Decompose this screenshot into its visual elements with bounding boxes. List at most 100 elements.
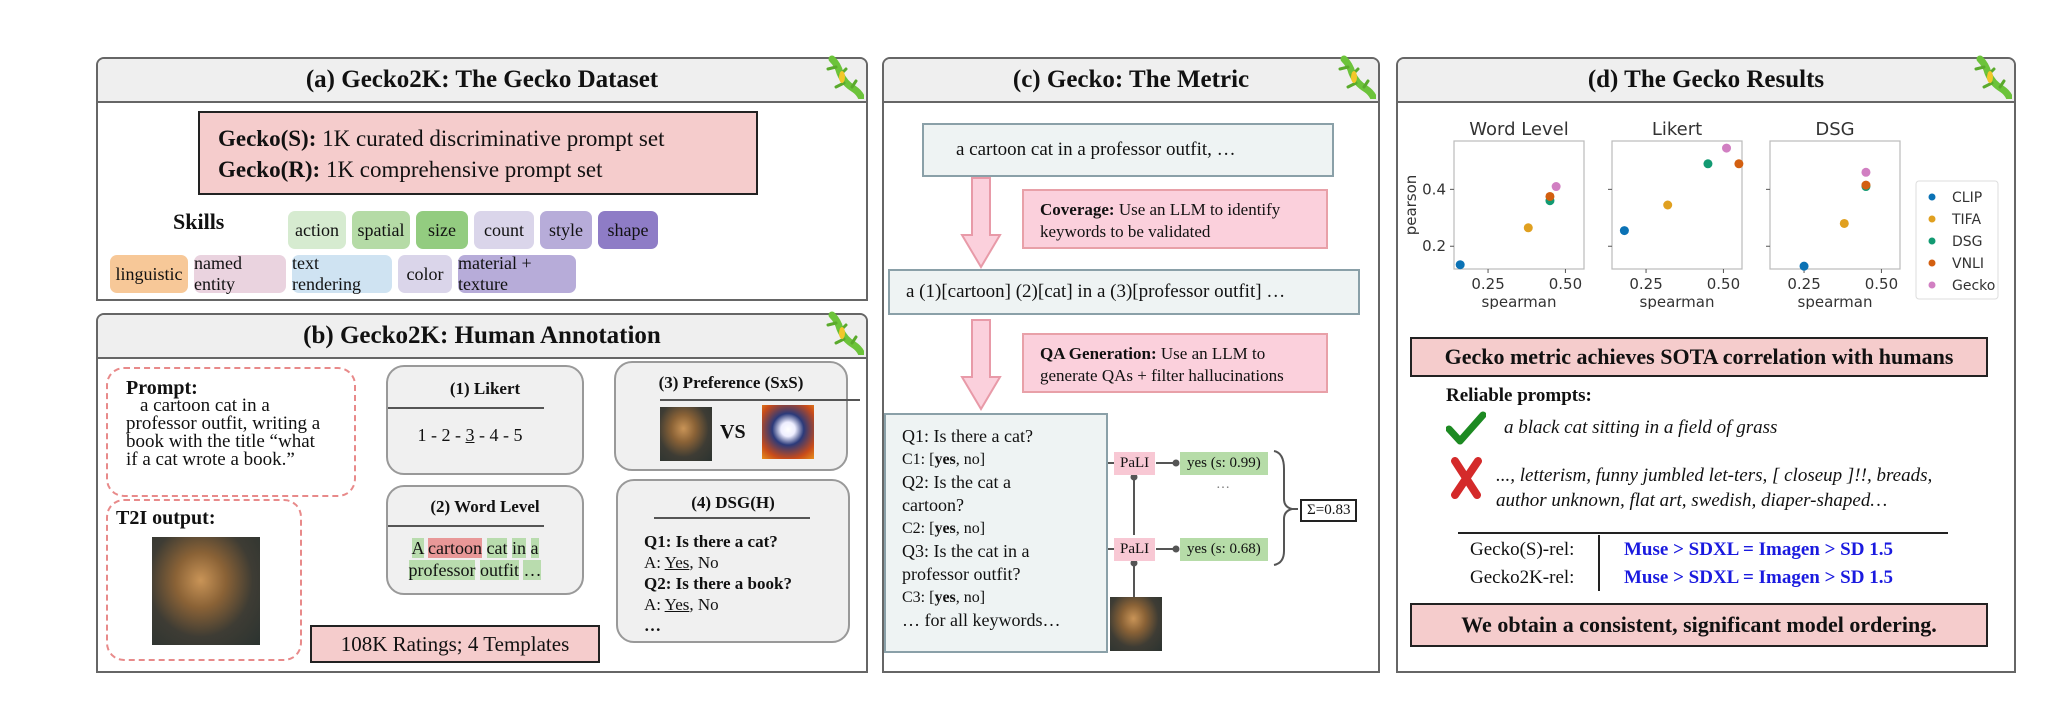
bad-prompt-line: ..., letterism, funny jumbled let-ters, … [1496,465,1933,486]
panel-metric: (c) Gecko: The Metric a cartoon cat in a… [882,55,1380,673]
data-point-tifa [1663,200,1673,210]
correlation-charts: Word Level 0.25 0.50 0.2 0.4 spearman pearson L… [1402,119,1999,309]
x-tick-label: 0.25 [1787,275,1820,293]
preference-title: (3) Preference (SxS) [658,373,804,392]
skill-chip: text rendering [292,253,392,294]
y-axis-label: pearson [1402,175,1420,236]
qa-generation-step: QA Generation: Use an LLM to generate QA… [1022,333,1328,393]
preference-image-a [660,407,712,461]
ranking-order: Muse > SDXL = Imagen > SD 1.5 [1624,539,1893,560]
ranking-divider [1458,532,1948,534]
word-correct: … [523,560,542,580]
vqa-input-image [1110,597,1162,651]
chart-title: Likert [1652,119,1702,140]
set-name: Gecko(S): [218,126,317,151]
choice-post: , no] [955,520,986,537]
word-level-line: A cartoon cat in a [388,537,562,559]
panel-dataset: (a) Gecko2K: The Gecko Dataset Gecko(S):… [96,55,868,301]
chart-title: DSG [1815,119,1854,140]
set-desc: 1K curated discriminative prompt set [316,126,665,151]
dsg-answer-post: , No [689,553,719,572]
dsg-qa: Q1: Is there a cat? A: Yes, No Q2: Is th… [644,531,792,636]
dsg-question: Q2: Is there a book? [644,574,792,593]
panel-annotation: (b) Gecko2K: Human Annotation Prompt: a … [96,311,868,673]
plot-area [1611,140,1743,270]
coverage-text: Use an LLM to identify [1114,200,1281,219]
qa-bold: QA Generation: [1040,344,1157,363]
legend-marker [1928,259,1936,267]
preference-card: (3) Preference (SxS) VS [614,361,860,471]
divider [654,517,810,519]
data-point-tifa [1523,223,1533,233]
qa-text2: generate QAs + filter hallucinations [1040,366,1284,385]
data-point-gecko [1861,167,1871,177]
likert-selected: 3 [465,425,475,445]
word-level-text: A cartoon cat in a professor outfit … [388,537,562,581]
bad-prompt: ..., letterism, funny jumbled let-ters, … [1496,463,1932,513]
qa-question: Q3: Is the cat in a [902,541,1030,561]
prompt-line: if a cat wrote a book.” [126,449,295,470]
choice-post: , no] [955,589,986,606]
dsg-question: Q1: Is there a cat? [644,532,778,551]
plot-area [1453,140,1585,270]
keywords-box: a (1)[cartoon] (2)[cat] in a (3)[profess… [888,269,1360,315]
choice-pre: C1: [ [902,451,935,468]
likert-scale: 1 - 2 - 3 - 4 - 5 [388,425,552,446]
data-point-vnli [1734,159,1744,169]
score-sum: Σ=0.83 [1300,499,1358,522]
legend-label: CLIP [1952,190,1982,206]
ratings-badge: 108K Ratings; 4 Templates [310,625,600,663]
t2i-cat-image [152,537,260,645]
choice-pre: C2: [ [902,520,935,537]
word-correct: professor [408,560,476,580]
ranking-label: Gecko(S)-rel: [1470,539,1575,560]
x-axis-label: spearman [1640,293,1715,309]
coverage-bold: Coverage: [1040,200,1115,219]
choice-selected: yes [934,520,956,537]
down-arrow-icon [960,177,1002,269]
legend-label: TIFA [1951,212,1981,228]
word-correct: a [530,538,539,558]
gecko-icon [1338,55,1376,99]
dsg-answer-selected: Yes [664,553,690,572]
x-axis-label: spearman [1798,293,1873,309]
gecko-icon [1974,55,2012,99]
data-point-vnli [1861,180,1871,190]
down-arrow-icon [960,319,1002,411]
vqa-model-label: PaLI [1114,452,1156,475]
x-tick-label: 0.25 [1471,275,1504,293]
word-level-line: professor outfit … [388,559,562,581]
legend-marker [1928,237,1936,245]
qa-text: Use an LLM to [1156,344,1266,363]
panel-dataset-header: (a) Gecko2K: The Gecko Dataset [98,55,866,103]
ranking-vertical-rule [1598,535,1600,591]
input-prompt-text: a cartoon cat in a professor outfit, … [956,139,1236,160]
vqa-answer: yes (s: 0.99) [1180,452,1268,475]
gecko-icon [826,311,864,355]
legend-marker [1928,281,1936,289]
keywords-text: a (1)[cartoon] (2)[cat] in a (3)[profess… [906,281,1286,302]
vqa-model-label: PaLI [1114,538,1156,561]
legend-label: DSG [1952,234,1983,250]
coverage-step: Coverage: Use an LLM to identify keyword… [1022,189,1328,249]
word-correct: in [511,538,526,558]
dsg-answer-pre: A: [644,595,665,614]
qa-question: professor outfit? [902,564,1021,584]
data-point-clip [1619,226,1629,236]
likert-title: (1) Likert [449,379,521,398]
prompt-text-block: Prompt: a cartoon cat in a professor out… [126,378,320,470]
panel-dataset-title: (a) Gecko2K: The Gecko Dataset [305,66,659,93]
divider [388,407,544,409]
skill-chip: count [474,211,534,249]
sota-callout: Gecko metric achieves SOTA correlation w… [1410,337,1988,377]
skill-chip: style [540,211,592,249]
ranking-order: Muse > SDXL = Imagen > SD 1.5 [1624,567,1893,588]
word-level-card: (2) Word Level A cartoon cat in a profes… [386,485,584,595]
x-tick-label: 0.50 [1707,275,1740,293]
dsg-answer-pre: A: [644,553,665,572]
panel-results-header: (d) The Gecko Results [1398,55,2014,103]
skill-chip: linguistic [110,255,188,293]
data-point-tifa [1839,218,1849,228]
legend-marker [1928,193,1936,201]
y-tick-label: 0.4 [1422,180,1446,198]
